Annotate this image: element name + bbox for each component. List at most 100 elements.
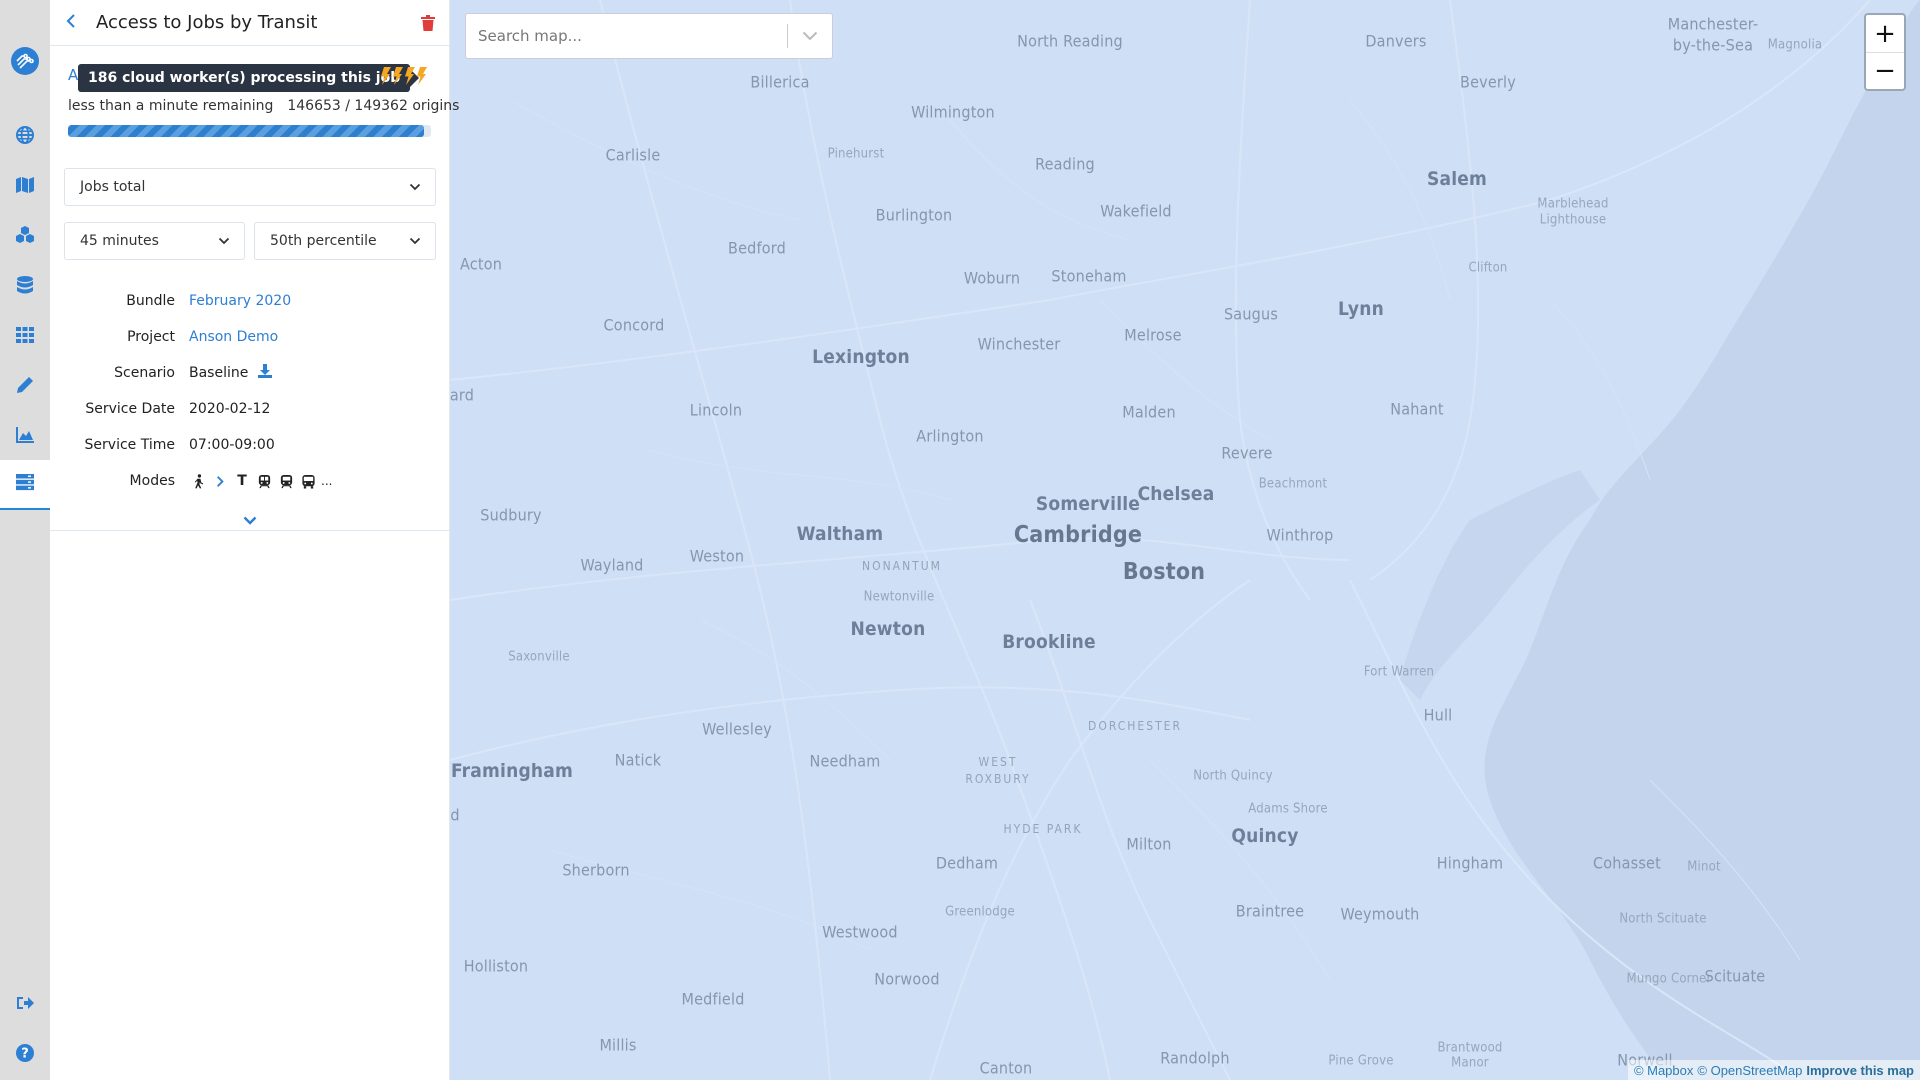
search-map-input[interactable] (466, 27, 787, 45)
map-place-label: Billerica (750, 72, 810, 92)
map-place-label: Hingham (1436, 853, 1504, 873)
chevron-left-icon (66, 14, 75, 28)
map-place-label: Magnolia (1767, 37, 1823, 53)
status-link[interactable]: A (68, 66, 78, 84)
scenario-label: Scenario (114, 365, 175, 381)
map-place-label: Beverly (1460, 72, 1516, 92)
map-place-label: Sudbury (480, 505, 542, 525)
map-place-label: Pine Grove (1328, 1053, 1394, 1069)
download-scenario-button[interactable] (258, 364, 273, 382)
globe-icon (15, 125, 35, 149)
map-place-label: Framingham (450, 760, 574, 782)
osm-attribution-link[interactable]: © OpenStreetMap (1697, 1063, 1802, 1078)
map-place-label: by-the-Sea (1672, 35, 1754, 55)
map-attribution: © Mapbox © OpenStreetMap Improve this ma… (1627, 1060, 1920, 1080)
time-cutoff-select[interactable]: 45 minutes (64, 222, 245, 260)
project-label: Project (127, 329, 175, 345)
sidebar-item-analysis[interactable] (0, 412, 50, 462)
map-place-label: Saxonville (508, 649, 570, 665)
sidebar-item-help[interactable]: ? (0, 1030, 50, 1080)
map-search[interactable] (465, 13, 833, 59)
modes-list: T ... (189, 473, 332, 489)
map-place-label: Randolph (1160, 1048, 1230, 1068)
chevron-down-icon (218, 237, 230, 245)
map-icon (15, 175, 35, 199)
sidebar-item-edit[interactable] (0, 362, 50, 412)
map-place-label: Hyde Park (1003, 822, 1083, 836)
expand-details-button[interactable] (243, 510, 257, 525)
opportunity-dataset-select[interactable]: Jobs total (64, 168, 436, 206)
map-place-label: Dorchester (1088, 719, 1182, 733)
map-place-label: Weymouth (1340, 904, 1420, 924)
map-place-label: Manor (1451, 1055, 1489, 1071)
map-place-label: Malden (1122, 402, 1176, 422)
database-icon (15, 275, 35, 299)
percentile-select[interactable]: 50th percentile (254, 222, 436, 260)
map-place-label: Lexington (812, 346, 910, 368)
bolt-icon (405, 67, 415, 85)
map-place-label: Cambridge (1013, 522, 1143, 548)
service-date-value: 2020-02-12 (189, 401, 271, 417)
improve-map-link[interactable]: Improve this map (1806, 1063, 1914, 1078)
sidebar-item-logout[interactable] (0, 980, 50, 1030)
map-place-label: d (450, 805, 460, 825)
map-place-label: Newtonville (863, 589, 935, 605)
map-place-label: Nonantum (862, 559, 942, 573)
map-place-label: Milton (1126, 834, 1172, 854)
sidebar-item-jobs[interactable] (0, 460, 50, 510)
map-place-label: Marblehead (1537, 196, 1609, 212)
map-place-label: Needham (809, 751, 881, 771)
modes-label: Modes (129, 473, 175, 489)
bundle-link[interactable]: February 2020 (189, 293, 291, 309)
map-place-label: Bedford (728, 238, 786, 258)
map-place-label: West (978, 755, 1018, 769)
map-place-label: Reading (1035, 154, 1095, 174)
info-row-service-time: Service Time 07:00-09:00 (64, 427, 436, 463)
origins-progress: 146653 / 149362 origins (287, 98, 460, 114)
map-place-label: Mungo Corner (1626, 971, 1712, 987)
job-info: Bundle February 2020 Project Anson Demo … (64, 283, 436, 499)
service-time-label: Service Time (84, 437, 175, 453)
select-value: Jobs total (80, 179, 146, 195)
map-place-label: Wakefield (1100, 201, 1172, 221)
project-link[interactable]: Anson Demo (189, 329, 278, 345)
pencil-icon (15, 375, 35, 399)
back-button[interactable] (66, 12, 86, 33)
map-place-label: Acton (459, 254, 503, 274)
search-dropdown-button[interactable] (788, 14, 832, 58)
map-place-label: Danvers (1365, 31, 1427, 51)
select-value: 45 minutes (80, 233, 159, 249)
zoom-in-button[interactable]: + (1866, 15, 1904, 52)
map-place-label: Clifton (1468, 260, 1508, 276)
svg-text:?: ? (21, 1047, 29, 1062)
map-place-label: Brantwood (1437, 1040, 1503, 1056)
app-logo[interactable] (0, 36, 50, 86)
chevron-down-icon (243, 516, 257, 525)
workers-tooltip: 186 cloud worker(s) processing this job (78, 64, 420, 92)
sidebar-item-modifications[interactable] (0, 212, 50, 262)
map-place-label: Medfield (681, 989, 745, 1009)
map-place-label: Wellesley (702, 719, 772, 739)
sidebar-item-regions[interactable] (0, 112, 50, 162)
map-place-label: Lynn (1338, 298, 1384, 320)
service-time-value: 07:00-09:00 (189, 437, 275, 453)
map-place-label: ard (450, 385, 475, 405)
map[interactable]: North Reading Danvers Manchester-by-the-Se… (450, 0, 1920, 1080)
scenario-value: Baseline (189, 365, 249, 381)
map-place-label: Arlington (916, 426, 984, 446)
sidebar-item-maps[interactable] (0, 162, 50, 212)
map-place-label: Concord (603, 315, 665, 335)
map-place-label: Winthrop (1266, 525, 1334, 545)
worker-bolts (380, 67, 427, 85)
mapbox-attribution-link[interactable]: © Mapbox (1634, 1063, 1693, 1078)
map-place-label: North Scituate (1619, 911, 1707, 927)
sidebar-item-data[interactable] (0, 262, 50, 312)
delete-button[interactable] (421, 14, 435, 31)
progress-fill (68, 125, 425, 137)
zoom-out-button[interactable]: − (1866, 52, 1904, 89)
sign-out-icon (15, 993, 35, 1017)
sidebar-item-grid[interactable] (0, 312, 50, 362)
map-place-label: Canton (979, 1058, 1033, 1078)
chevron-down-icon (409, 237, 421, 245)
info-row-modes: Modes T ... (64, 463, 436, 499)
